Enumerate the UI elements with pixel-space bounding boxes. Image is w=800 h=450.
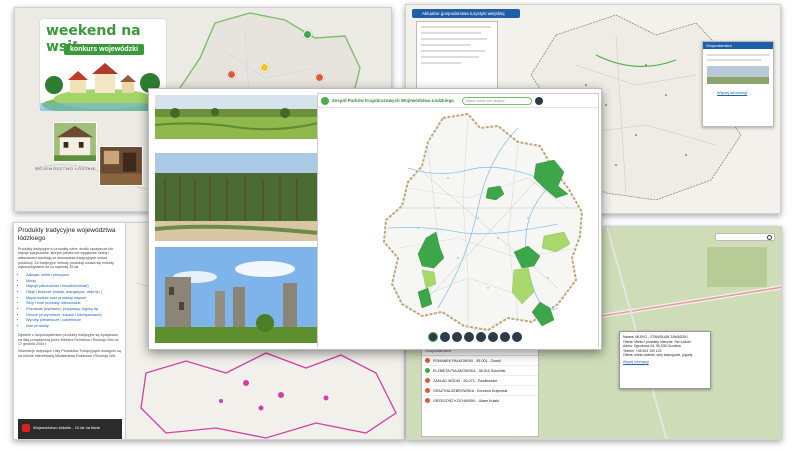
farm-row-label: GRAŻYNA ŻEBROWSKA - Korczew Krajewski bbox=[433, 388, 508, 393]
video-thumbnail[interactable]: Województwo łódzkie - 10 lat na liście bbox=[18, 419, 122, 439]
farm-row-label: ZAKŁAD WÓDKI - 95-073 - Pawlikowice bbox=[433, 378, 498, 383]
farm-row-icon bbox=[425, 358, 430, 363]
info-button[interactable] bbox=[500, 332, 510, 342]
logo-subtitle: konkurs wojewódzki bbox=[69, 46, 139, 53]
interior-photo bbox=[99, 146, 143, 186]
layers-button[interactable] bbox=[428, 332, 438, 342]
farm-row[interactable]: GRAŻYNA ŻEBROWSKA - Korczew Krajewski bbox=[422, 386, 538, 396]
collage: weekend na wsi® konkurs wojewódzki bbox=[0, 0, 800, 450]
region-label: WOJEWÓDZTWO ŁÓDZKIE bbox=[35, 166, 96, 171]
products-note: Zgodnie z rozporządzeniem produkty trady… bbox=[18, 332, 119, 347]
search-button[interactable] bbox=[535, 97, 543, 105]
farm-row[interactable]: GRZEGORZ KOCHAŃSKI - Ulane Kułaki bbox=[422, 396, 538, 405]
bottom-toolbar bbox=[428, 332, 524, 344]
info-popup[interactable]: Gospodarstwo Więcej informacji bbox=[702, 41, 774, 127]
legend-button[interactable] bbox=[440, 332, 450, 342]
castle-ruins-photo bbox=[155, 247, 319, 343]
tab-header[interactable]: Aktualne gospodarstwa turystyki wiejskie… bbox=[412, 9, 520, 18]
farm-row[interactable]: ELŻBIETA PUŁAKOWSKA - 98-510 Sokolniki bbox=[422, 366, 538, 376]
measure-button[interactable] bbox=[464, 332, 474, 342]
farm-row-label: ROMANEK PAŁKOWSKI - 95-001 - Ozorki bbox=[433, 358, 502, 363]
products-panel: Produkty tradycyjne województwa łódzkieg… bbox=[14, 223, 126, 439]
meadow-photo bbox=[155, 95, 319, 139]
popup-link[interactable]: Więcej informacji bbox=[623, 360, 707, 364]
farm-row[interactable]: ROMANEK PAŁKOWSKI - 95-001 - Ozorki bbox=[422, 356, 538, 366]
farm-row[interactable]: ZAKŁAD WÓDKI - 95-073 - Pawlikowice bbox=[422, 376, 538, 386]
logo-subtitle-badge: konkurs wojewódzki bbox=[64, 44, 144, 55]
print-button[interactable] bbox=[476, 332, 486, 342]
popup-title: Gospodarstwo bbox=[706, 43, 732, 48]
app-logo-icon bbox=[321, 97, 329, 105]
products-list: Zakwas, chleb i pieczywo Miody Napoje (a… bbox=[18, 273, 121, 330]
app-header: Zespół Parków Krajobrazowych Województwa… bbox=[318, 94, 598, 108]
farmhouse-photo bbox=[53, 122, 97, 162]
farm-marker[interactable] bbox=[303, 30, 312, 39]
farms-list-panel: Gospodarstwa ROMANEK PAŁKOWSKI - 95-001 … bbox=[421, 345, 539, 437]
popup-link[interactable]: Więcej informacji bbox=[717, 90, 747, 95]
settings-button[interactable] bbox=[512, 332, 522, 342]
farm-marker[interactable] bbox=[260, 63, 269, 72]
farm-marker[interactable] bbox=[227, 70, 236, 79]
farm-popup[interactable]: Nazwa: MLEKO - STANISŁAW ZAWADZKI Oferta… bbox=[619, 331, 711, 389]
landscape-parks-card: Zespół Parków Krajobrazowych Województwa… bbox=[148, 88, 602, 350]
search-icon[interactable] bbox=[767, 235, 772, 240]
video-title: Województwo łódzkie - 10 lat na liście bbox=[33, 425, 101, 430]
pine-forest-photo bbox=[155, 153, 319, 241]
parks-map bbox=[318, 108, 598, 348]
layer-list-panel[interactable] bbox=[416, 21, 498, 89]
products-title: Produkty tradycyjne województwa łódzkieg… bbox=[18, 227, 116, 242]
app-title: Zespół Parków Krajobrazowych Województwa… bbox=[332, 98, 454, 103]
farm-row-icon bbox=[425, 368, 430, 373]
products-intro: Produkty tradycyjne to produkty rolne, ś… bbox=[18, 246, 114, 270]
tab-title: Aktualne gospodarstwa turystyki wiejskie… bbox=[422, 11, 505, 16]
basemap-button[interactable] bbox=[452, 332, 462, 342]
app-window: Zespół Parków Krajobrazowych Województwa… bbox=[317, 93, 599, 348]
search-placeholder: Wpisz adres lub miejsce bbox=[466, 99, 505, 103]
farm-row-label: GRZEGORZ KOCHAŃSKI - Ulane Kułaki bbox=[433, 398, 499, 403]
list-item[interactable]: inne produkty bbox=[26, 324, 121, 330]
farm-row-icon bbox=[425, 378, 430, 383]
farm-row-label: ELŻBIETA PUŁAKOWSKA - 98-510 Sokolniki bbox=[433, 368, 506, 373]
search-input[interactable]: Wpisz adres lub miejsce bbox=[462, 97, 532, 105]
farm-row-icon bbox=[425, 398, 430, 403]
popup-photo bbox=[707, 66, 769, 84]
products-footer: Informacje dotyczące Listy Produktów Tra… bbox=[18, 348, 121, 358]
farm-marker[interactable] bbox=[315, 73, 324, 82]
farm-row-icon bbox=[425, 388, 430, 393]
share-button[interactable] bbox=[488, 332, 498, 342]
popup-line: Oferta: mleko świeże, sery twarogowe, jo… bbox=[623, 353, 693, 358]
play-icon bbox=[22, 424, 30, 432]
map-toolbar bbox=[715, 233, 775, 241]
